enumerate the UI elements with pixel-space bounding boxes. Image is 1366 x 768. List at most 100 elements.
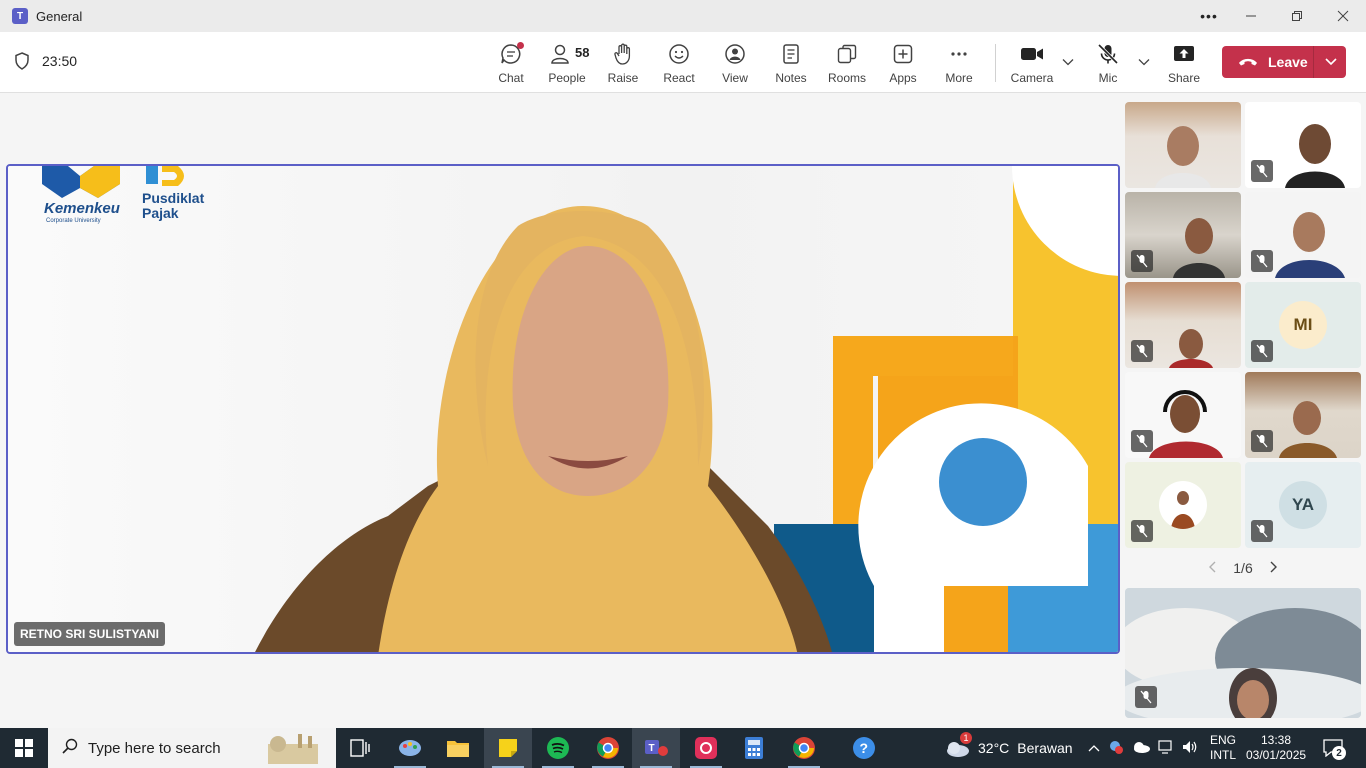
more-options-icon[interactable]: ••• <box>1196 0 1222 32</box>
camera-button[interactable]: Camera <box>1004 42 1060 86</box>
mic-off-icon <box>1251 340 1273 362</box>
shield-icon <box>15 52 29 70</box>
creative-cloud-icon[interactable] <box>682 728 730 768</box>
rooms-label: Rooms <box>827 71 866 85</box>
restore-button[interactable] <box>1274 0 1320 32</box>
leave-options-chevron-icon[interactable] <box>1324 54 1338 71</box>
mic-options-chevron-icon[interactable] <box>1136 54 1152 70</box>
people-button[interactable]: 58 People <box>539 42 595 86</box>
participant-tile[interactable] <box>1125 102 1241 188</box>
svg-text:?: ? <box>860 740 869 756</box>
apps-icon <box>891 42 915 66</box>
show-hidden-icons-chevron-icon[interactable] <box>1088 741 1100 755</box>
weather-alert-badge: 1 <box>960 732 972 744</box>
weather-temperature: 32°C <box>978 740 1010 756</box>
page-indicator: 1/6 <box>1233 560 1253 576</box>
participant-tile[interactable] <box>1245 102 1361 188</box>
spotify-icon[interactable] <box>534 728 582 768</box>
file-explorer-icon[interactable] <box>434 728 482 768</box>
paint-app-icon[interactable] <box>386 728 434 768</box>
hang-up-icon <box>1238 56 1258 68</box>
participant-photo-avatar <box>1159 481 1207 529</box>
leave-label: Leave <box>1268 54 1308 70</box>
people-icon <box>548 42 572 66</box>
next-page-chevron-icon[interactable] <box>1268 560 1278 576</box>
chat-unread-dot <box>517 42 524 49</box>
camera-icon <box>1020 42 1044 66</box>
participant-tile[interactable] <box>1245 192 1361 278</box>
leave-button[interactable]: Leave <box>1222 46 1346 78</box>
window-title: General <box>36 8 83 24</box>
input-language-indicator[interactable]: ENG INTL <box>1210 733 1236 763</box>
leave-divider <box>1313 46 1314 78</box>
previous-page-chevron-icon[interactable] <box>1208 560 1218 576</box>
apps-label: Apps <box>889 71 917 85</box>
more-button[interactable]: More <box>931 42 987 86</box>
chat-label: Chat <box>498 71 524 85</box>
taskbar-search-box[interactable]: Type here to search <box>48 728 336 768</box>
participant-initials-avatar: YA <box>1279 481 1327 529</box>
more-label: More <box>945 71 973 85</box>
close-button[interactable] <box>1320 0 1366 32</box>
cloud-icon: 1 <box>944 732 972 758</box>
participant-tile[interactable]: MI <box>1245 282 1361 368</box>
people-count: 58 <box>575 45 590 60</box>
windows-taskbar: Type here to search T ? 1 32°C Berawan E… <box>0 728 1366 768</box>
teams-app-icon[interactable]: T <box>632 728 680 768</box>
share-icon <box>1172 42 1196 66</box>
chrome-profile-icon[interactable] <box>780 728 828 768</box>
self-view-video[interactable] <box>1125 588 1361 718</box>
network-app-icon[interactable] <box>1108 739 1124 758</box>
clock-time: 13:38 <box>1260 733 1292 747</box>
participant-tile[interactable] <box>1245 372 1361 458</box>
meeting-timer: 23:50 <box>14 52 77 70</box>
wifi-icon[interactable] <box>1158 739 1174 757</box>
participant-tile[interactable] <box>1125 282 1241 368</box>
language-code: ENG <box>1210 733 1237 747</box>
participant-tile[interactable]: YA <box>1245 462 1361 548</box>
notification-center-icon[interactable]: 2 <box>1318 736 1348 760</box>
search-placeholder: Type here to search <box>88 739 221 757</box>
sticky-notes-icon[interactable] <box>484 728 532 768</box>
participant-tile[interactable] <box>1125 372 1241 458</box>
taskbar-clock[interactable]: 13:38 03/01/2025 <box>1246 733 1306 763</box>
participant-tile[interactable] <box>1125 462 1241 548</box>
notes-button[interactable]: Notes <box>763 42 819 86</box>
rooms-button[interactable]: Rooms <box>819 42 875 86</box>
camera-label: Camera <box>1010 71 1054 85</box>
mic-button[interactable]: Mic <box>1080 42 1136 86</box>
chat-button[interactable]: Chat <box>483 42 539 86</box>
share-button[interactable]: Share <box>1156 42 1212 86</box>
mic-off-icon <box>1251 250 1273 272</box>
react-button[interactable]: React <box>651 42 707 86</box>
chrome-icon[interactable] <box>584 728 632 768</box>
raise-label: Raise <box>607 71 639 85</box>
mic-off-icon <box>1131 520 1153 542</box>
keyboard-layout: INTL <box>1210 748 1237 762</box>
volume-icon[interactable] <box>1182 740 1198 757</box>
help-icon[interactable]: ? <box>840 728 888 768</box>
mic-off-icon <box>1131 340 1153 362</box>
apps-button[interactable]: Apps <box>875 42 931 86</box>
mic-off-icon <box>1096 42 1120 66</box>
mic-off-icon <box>1131 250 1153 272</box>
raise-hand-button[interactable]: Raise <box>595 42 651 86</box>
weather-widget[interactable]: 1 32°C Berawan <box>944 728 1073 768</box>
view-icon <box>723 42 747 66</box>
task-view-icon[interactable] <box>336 728 384 768</box>
camera-options-chevron-icon[interactable] <box>1060 54 1076 70</box>
mic-off-icon <box>1131 430 1153 452</box>
clock-date: 03/01/2025 <box>1246 748 1307 762</box>
participant-tile[interactable] <box>1125 192 1241 278</box>
rooms-icon <box>835 42 859 66</box>
onedrive-cloud-icon[interactable] <box>1132 741 1150 756</box>
speaker-name-tag: RETNO SRI SULISTYANI <box>14 622 165 646</box>
minimize-button[interactable] <box>1228 0 1274 32</box>
search-highlight-image-icon <box>258 732 328 768</box>
view-button[interactable]: View <box>707 42 763 86</box>
calculator-icon[interactable] <box>730 728 778 768</box>
main-speaker-video[interactable]: Kemenkeu Corporate University Pusdiklat … <box>6 164 1120 654</box>
participant-video <box>1155 126 1211 188</box>
windows-start-icon[interactable] <box>0 728 48 768</box>
speaker-video-feed <box>255 206 832 652</box>
